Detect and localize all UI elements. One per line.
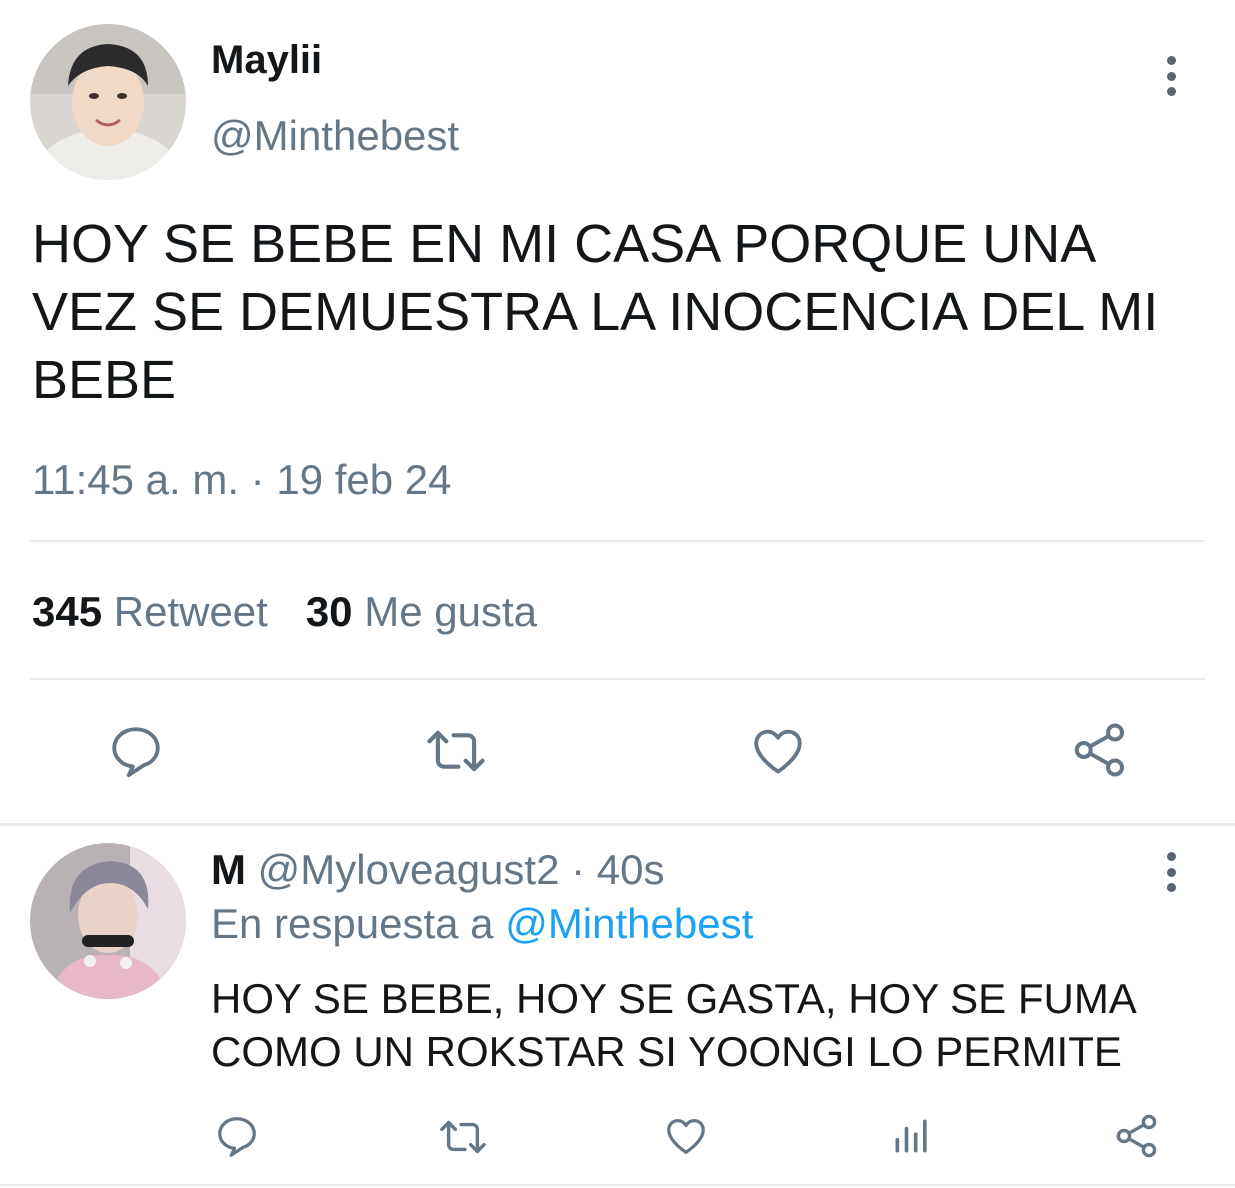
analytics-icon[interactable] (890, 1114, 934, 1158)
like-label: Me gusta (364, 588, 537, 635)
author-handle[interactable]: @Minthebest (211, 112, 459, 160)
reply-author-handle[interactable]: @Myloveagust2 (258, 846, 560, 893)
like-icon[interactable] (748, 722, 808, 780)
retweet-count: 345 (32, 588, 103, 635)
share-icon[interactable] (1070, 720, 1130, 780)
reply-header: M @Myloveagust2 · 40s (211, 846, 665, 894)
reply-to-line: En respuesta a @Minthebest (211, 900, 753, 948)
divider (0, 1184, 1235, 1186)
reply-text: HOY SE BEBE, HOY SE GASTA, HOY SE FUMA C… (211, 975, 1135, 1075)
reply-time: 40s (596, 846, 665, 893)
retweet-icon[interactable] (424, 722, 488, 780)
divider (0, 823, 1235, 826)
retweet-label: Retweet (113, 588, 268, 635)
share-icon[interactable] (1113, 1112, 1161, 1160)
divider (30, 540, 1205, 542)
main-tweet: Maylii @Minthebest HOY SE BEBE EN MI CAS… (0, 0, 1235, 825)
reply-to-prefix: En respuesta a (211, 900, 506, 947)
reply-icon[interactable] (107, 722, 165, 780)
author-avatar[interactable] (30, 24, 186, 180)
reply-author-avatar[interactable] (30, 843, 186, 999)
author-name[interactable]: Maylii (211, 38, 322, 83)
divider (30, 678, 1205, 680)
tweet-timestamp: 11:45 a. m. · 19 feb 24 (32, 456, 452, 503)
reply-to-handle-link[interactable]: @Minthebest (505, 900, 753, 947)
reply-icon[interactable] (214, 1113, 260, 1159)
like-count: 30 (305, 588, 353, 635)
like-stat[interactable]: 30 Me gusta (306, 588, 537, 636)
retweet-stat[interactable]: 345 Retweet (32, 588, 268, 636)
more-options-icon[interactable] (1161, 852, 1181, 892)
tweet-text: HOY SE BEBE EN MI CASA PORQUE UNA VEZ SE… (32, 214, 1159, 410)
reply-separator: · (559, 846, 597, 893)
retweet-icon[interactable] (437, 1114, 489, 1160)
like-icon[interactable] (662, 1113, 710, 1159)
more-options-icon[interactable] (1161, 56, 1181, 96)
tweet-stats: 345 Retweet 30 Me gusta (32, 588, 537, 636)
reply-author-name[interactable]: M (211, 846, 246, 893)
